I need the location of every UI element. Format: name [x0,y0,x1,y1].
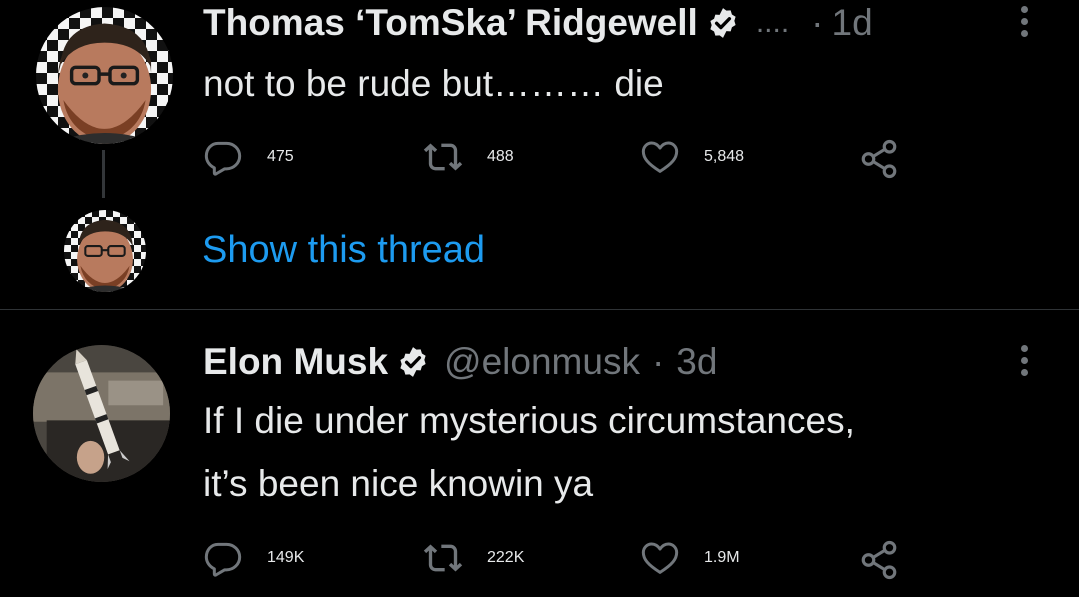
thread-avatar-face-image [72,219,138,292]
retweet-count: 222K [487,549,525,566]
reply-count: 475 [267,148,294,165]
tweet-divider [0,309,1079,310]
more-options-icon[interactable] [1021,6,1031,42]
like-count: 1.9M [704,549,740,566]
tweet-text: not to be rude but……… die [203,63,664,104]
tweet-text-line-2: it’s been nice knowin ya [203,463,594,504]
timeline-feed: Thomas ‘TomSka’ Ridgewell .... · 1d not … [0,0,1079,597]
heart-icon [641,542,679,574]
tweet-header: Elon Musk @elonmusk · 3d [203,339,717,385]
reply-icon [204,542,242,577]
verified-badge-icon [400,347,426,377]
tweet-text-line-1: If I die under mysterious circumstances, [203,400,855,441]
show-thread-link[interactable]: Show this thread [202,229,485,272]
more-options-icon[interactable] [1021,345,1031,381]
separator-dot: · [651,341,665,382]
avatar-rocket-photo [33,345,170,482]
author-handle[interactable]: @elonmusk [444,341,640,383]
tweet-timestamp[interactable]: 1d [832,2,873,44]
tweet-timestamp[interactable]: 3d [676,341,717,383]
retweet-button[interactable]: 488 [423,137,514,177]
author-name[interactable]: Thomas ‘TomSka’ Ridgewell [203,2,698,44]
retweet-count: 488 [487,148,514,165]
separator-dot: · [811,2,824,43]
author-name[interactable]: Elon Musk [203,341,388,383]
like-count: 5,848 [704,148,745,165]
avatar-face-image [49,23,160,144]
thread-connector-line [102,150,105,198]
tweet-header: Thomas ‘TomSka’ Ridgewell .... · 1d [203,0,873,46]
reply-icon [204,141,242,176]
author-handle[interactable]: .... [756,6,789,40]
retweet-icon [423,544,463,572]
avatar[interactable] [36,7,173,144]
retweet-icon [423,143,463,171]
share-icon[interactable] [858,539,900,581]
verified-badge-icon [710,8,736,38]
heart-icon [641,141,679,173]
retweet-button[interactable]: 222K [423,538,524,578]
avatar[interactable] [33,345,170,482]
reply-count: 149K [267,549,305,566]
like-button[interactable]: 5,848 [640,137,744,177]
tweet-tomska[interactable]: Thomas ‘TomSka’ Ridgewell .... · 1d not … [0,0,1079,310]
thread-avatar[interactable] [64,210,146,292]
share-icon[interactable] [858,138,900,180]
like-button[interactable]: 1.9M [640,538,740,578]
reply-button[interactable]: 475 [203,137,294,177]
reply-button[interactable]: 149K [203,538,304,578]
tweet-elon[interactable]: Elon Musk @elonmusk · 3d If I die under … [0,311,1079,597]
